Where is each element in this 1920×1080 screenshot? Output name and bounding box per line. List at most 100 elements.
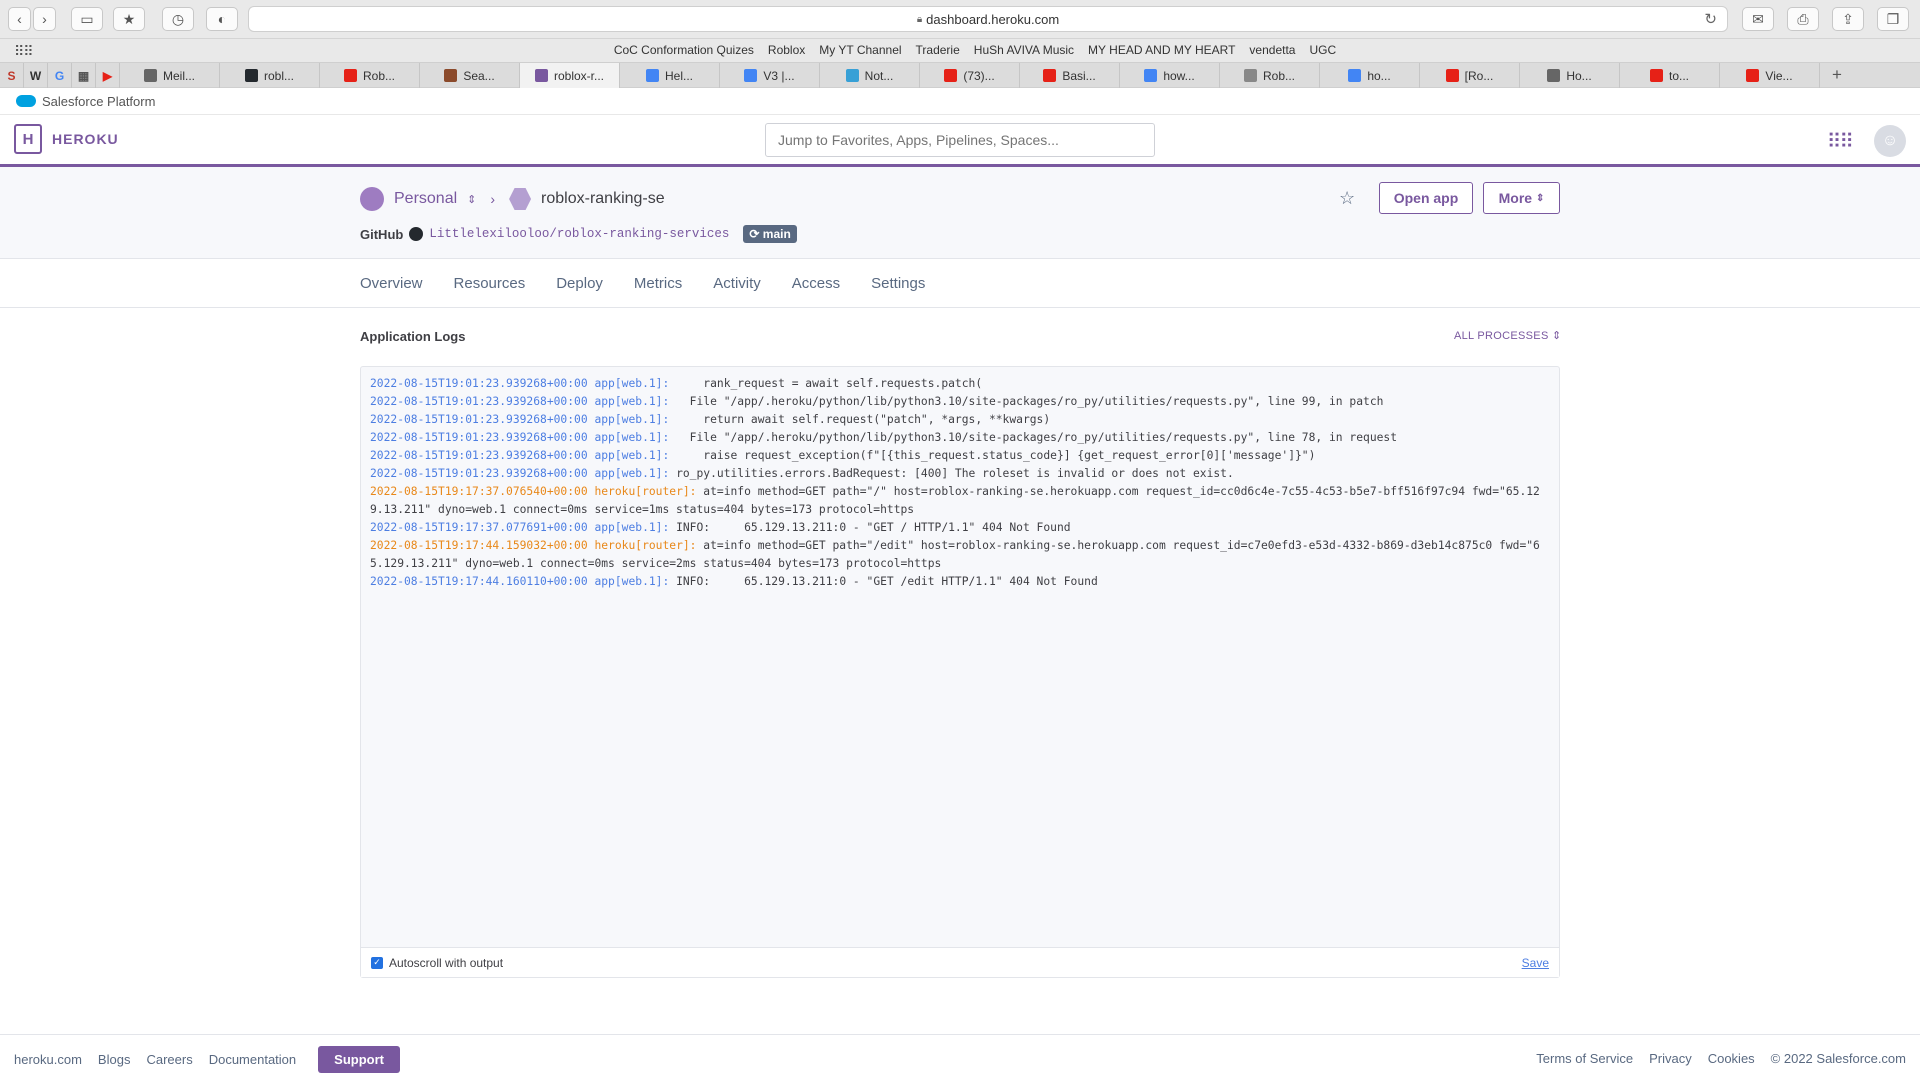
favorite-item[interactable]: CoC Conformation Quizes [614, 43, 754, 57]
browser-tab[interactable]: how... [1120, 63, 1220, 88]
log-line: 2022-08-15T19:01:23.939268+00:00 app[web… [370, 375, 1550, 393]
browser-tab[interactable]: Sea... [420, 63, 520, 88]
tab-activity[interactable]: Activity [713, 275, 761, 292]
tab-label: Vie... [1765, 68, 1793, 83]
browser-tab[interactable]: ho... [1320, 63, 1420, 88]
search-input[interactable] [765, 123, 1155, 157]
salesforce-bar: Salesforce Platform [0, 88, 1920, 115]
footer-link[interactable]: heroku.com [14, 1052, 82, 1067]
browser-tab[interactable]: Rob... [320, 63, 420, 88]
tab-label: Hel... [664, 68, 693, 83]
favorite-item[interactable]: My YT Channel [819, 43, 901, 57]
browser-tab[interactable]: Hel... [620, 63, 720, 88]
tab-label: to... [1668, 68, 1689, 83]
tabs-overview-icon[interactable]: ❐ [1877, 7, 1909, 31]
chevron-right-icon: › [490, 191, 496, 207]
pinned-tab[interactable]: W [24, 63, 48, 88]
footer-link[interactable]: Careers [146, 1052, 192, 1067]
address-bar[interactable]: 🔒︎ dashboard.heroku.com ↻ [248, 6, 1728, 32]
favorite-item[interactable]: UGC [1309, 43, 1336, 57]
heroku-logo[interactable]: H HEROKU [14, 124, 119, 154]
save-link[interactable]: Save [1522, 956, 1549, 970]
pinned-tab[interactable]: ▶ [96, 63, 120, 88]
tab-metrics[interactable]: Metrics [634, 275, 682, 292]
mail-icon[interactable]: ✉ [1742, 7, 1774, 31]
all-processes-label: ALL PROCESSES [1454, 330, 1549, 342]
tab-label: Rob... [1262, 68, 1295, 83]
privacy-shield-icon[interactable]: ◐ [206, 7, 238, 31]
browser-tab[interactable]: robl... [220, 63, 320, 88]
logs-title: Application Logs [360, 329, 466, 344]
browser-tab[interactable]: roblox-r... [520, 63, 620, 88]
favorite-item[interactable]: MY HEAD AND MY HEART [1088, 43, 1235, 57]
sidebar-toggle-icon[interactable]: ▭ [71, 7, 103, 31]
back-button[interactable]: ‹ [8, 7, 31, 31]
autoscroll-checkbox[interactable]: ✓ [371, 956, 383, 969]
log-timestamp: 2022-08-15T19:01:23.939268+00:00 [370, 377, 588, 390]
forward-button[interactable]: › [33, 7, 56, 31]
log-source: app[web.1]: [587, 521, 670, 534]
log-source: app[web.1]: [587, 431, 670, 444]
more-button[interactable]: More ⇕ [1483, 182, 1560, 214]
browser-tab[interactable]: Rob... [1220, 63, 1320, 88]
footer-link[interactable]: Blogs [98, 1052, 131, 1067]
apps-grid-icon[interactable]: ⠿⠿ [1827, 129, 1854, 154]
github-repo-link[interactable]: Littlelexilooloo/roblox-ranking-services [429, 227, 729, 241]
all-processes-filter[interactable]: ALL PROCESSES ⇕ [1454, 329, 1561, 342]
share-icon[interactable]: ⇪ [1832, 7, 1864, 31]
footer-link[interactable]: Cookies [1708, 1051, 1755, 1066]
browser-tab[interactable]: Ho... [1520, 63, 1620, 88]
tab-settings[interactable]: Settings [871, 275, 925, 292]
favorite-item[interactable]: Traderie [916, 43, 960, 57]
reload-icon[interactable]: ↻ [1704, 10, 1717, 28]
bookmarks-icon[interactable]: ★ [113, 7, 145, 31]
tab-favicon-icon [534, 69, 548, 82]
print-icon[interactable]: ⎙ [1787, 7, 1819, 31]
footer-link[interactable]: Privacy [1649, 1051, 1692, 1066]
salesforce-label: Salesforce Platform [42, 93, 156, 109]
footer-links-right: Terms of Service Privacy Cookies © 2022 Sal… [1536, 1051, 1906, 1066]
app-name: roblox-ranking-se [541, 190, 665, 207]
favorite-item[interactable]: vendetta [1249, 43, 1295, 57]
browser-tab[interactable]: [Ro... [1420, 63, 1520, 88]
browser-tab[interactable]: to... [1620, 63, 1720, 88]
breadcrumb: Personal ⇕ › roblox-ranking-se [360, 187, 665, 211]
browser-tab[interactable]: V3 |... [720, 63, 820, 88]
tab-favicon-icon [1445, 69, 1459, 82]
footer-link[interactable]: Documentation [209, 1052, 296, 1067]
favorite-item[interactable]: Roblox [768, 43, 805, 57]
updown-chevron-icon[interactable]: ⇕ [467, 193, 476, 206]
pinned-tab[interactable]: S [0, 63, 24, 88]
browser-tab[interactable]: Vie... [1720, 63, 1820, 88]
tab-overview[interactable]: Overview [360, 275, 423, 292]
tab-access[interactable]: Access [792, 275, 840, 292]
browser-tab[interactable]: Meil... [120, 63, 220, 88]
favorite-item[interactable]: HuSh AVIVA Music [974, 43, 1074, 57]
footer-link[interactable]: Terms of Service [1536, 1051, 1633, 1066]
tab-favicon-icon [645, 69, 659, 82]
log-line: 2022-08-15T19:01:23.939268+00:00 app[web… [370, 465, 1550, 483]
tab-label: Ho... [1566, 68, 1592, 83]
favorite-star-icon[interactable]: ☆ [1339, 188, 1355, 209]
tab-favicon-icon [1144, 69, 1158, 82]
pinned-tab[interactable]: G [48, 63, 72, 88]
owner-switcher[interactable]: Personal [394, 190, 457, 208]
browser-tab[interactable]: Not... [820, 63, 920, 88]
open-app-button[interactable]: Open app [1379, 182, 1473, 214]
github-label: GitHub [360, 226, 404, 242]
pinned-tab[interactable]: ▦ [72, 63, 96, 88]
history-icon[interactable]: ◷ [162, 7, 194, 31]
log-source: app[web.1]: [587, 575, 670, 588]
new-tab-plus-icon[interactable]: + [1820, 63, 1854, 87]
support-button[interactable]: Support [318, 1046, 400, 1073]
avatar[interactable]: ☺ [1874, 125, 1906, 157]
log-viewer[interactable]: 2022-08-15T19:01:23.939268+00:00 app[web… [360, 366, 1560, 978]
browser-tab[interactable]: Basi... [1020, 63, 1120, 88]
tab-deploy[interactable]: Deploy [556, 275, 603, 292]
log-message: raise request_exception(f"[{this_request… [669, 449, 1316, 462]
updown-chevron-icon: ⇕ [1551, 330, 1562, 342]
tab-resources[interactable]: Resources [454, 275, 526, 292]
footer-links-left: heroku.com Blogs Careers Documentation Suppo… [14, 1046, 400, 1073]
log-source: heroku[router]: [587, 485, 697, 498]
browser-tab[interactable]: (73)... [920, 63, 1020, 88]
